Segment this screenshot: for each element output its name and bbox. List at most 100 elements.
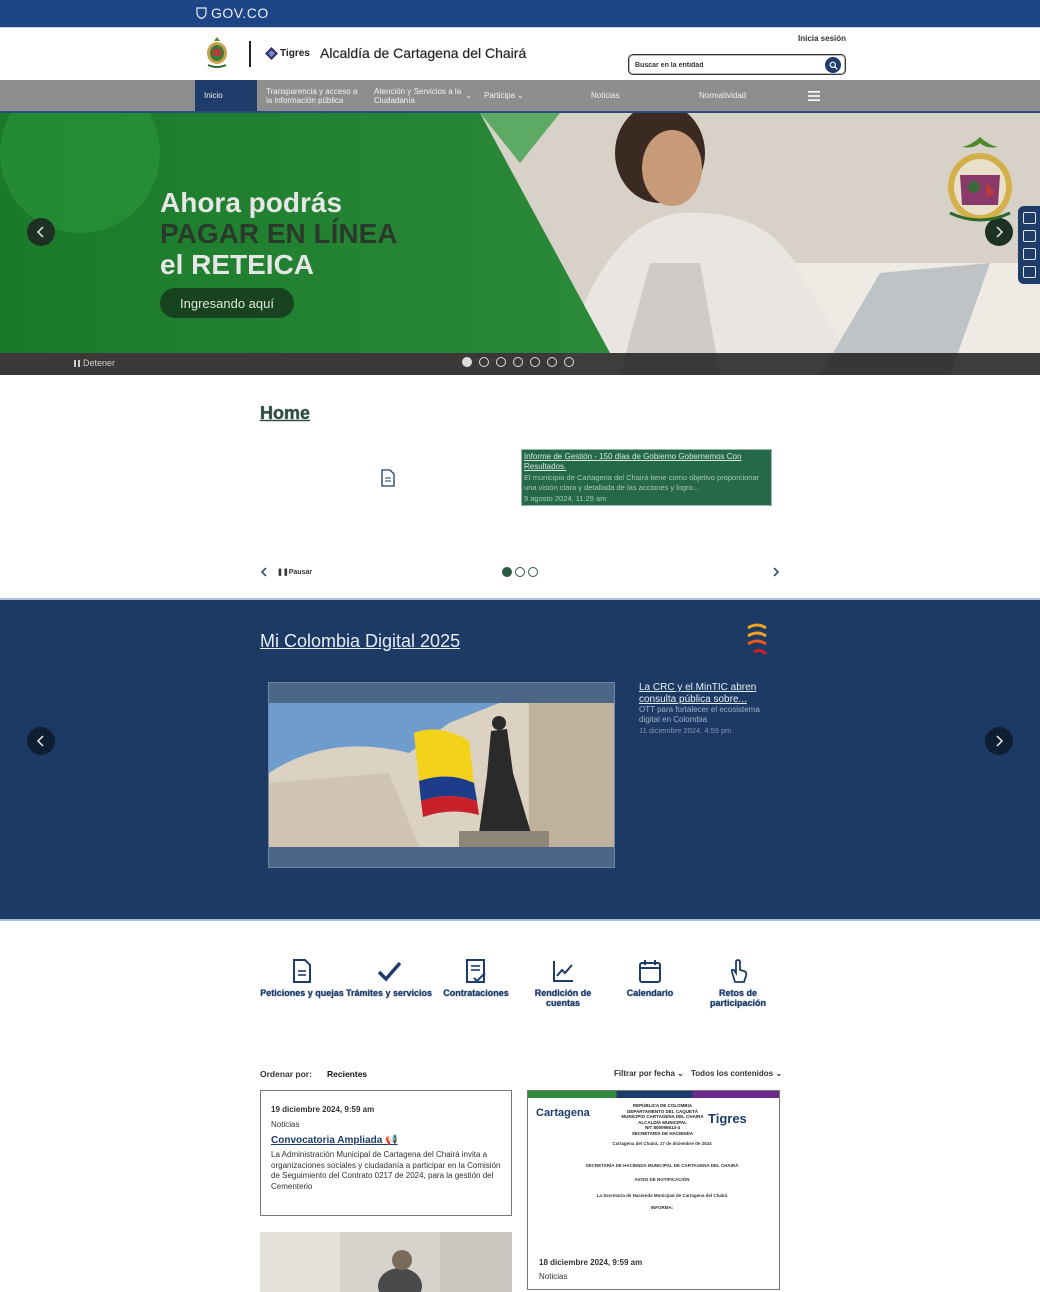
chevron-left-icon[interactable] xyxy=(260,567,268,577)
mintic-logo xyxy=(747,623,768,656)
filter-date-label: Filtrar por fecha xyxy=(614,1069,675,1078)
search-input[interactable] xyxy=(635,58,815,72)
nav-item-participa[interactable]: Participa ⌄ xyxy=(484,80,544,111)
header-divider xyxy=(249,41,251,67)
quick-link-peticiones[interactable]: Peticiones y quejas xyxy=(258,958,346,998)
home-news-card[interactable]: Informe de Gestión - 150 días de Gobiern… xyxy=(521,449,772,506)
contrast-icon[interactable] xyxy=(1023,212,1036,224)
hero-slide-dot[interactable] xyxy=(513,357,523,367)
document-color-band xyxy=(528,1091,779,1098)
home-news-date: 9 agosto 2024, 11:29 am xyxy=(524,494,607,503)
chevron-right-icon[interactable] xyxy=(772,567,780,577)
nav-item-label: Inicio xyxy=(204,91,223,100)
filter-date-select[interactable]: Filtrar por fecha ⌄ xyxy=(614,1069,684,1078)
document-body-line: INFORMA: xyxy=(650,1205,674,1210)
gov-co-label: GOV.CO xyxy=(211,5,269,21)
hero-slide-dot[interactable] xyxy=(479,357,489,367)
quick-link-rendicion[interactable]: Rendición de cuentas xyxy=(519,958,607,1008)
municipality-emblem xyxy=(948,137,1012,222)
post-card-image[interactable] xyxy=(260,1232,512,1292)
site-header: Tigres Alcaldía de Cartagena del Chairá … xyxy=(0,27,1040,80)
nav-item-label: Normatividad xyxy=(699,91,747,100)
hero-slide-dot[interactable] xyxy=(564,357,574,367)
chevron-left-icon xyxy=(36,226,44,238)
hero-line-3: el RETEICA xyxy=(160,249,315,280)
document-header-line: MUNICIPIO CARTAGENA DEL CHAIRÁ xyxy=(621,1114,704,1119)
menu-icon[interactable] xyxy=(808,91,820,101)
hand-icon xyxy=(730,959,748,983)
site-name[interactable]: Alcaldía de Cartagena del Chairá xyxy=(320,45,526,61)
digital-title[interactable]: Mi Colombia Digital 2025 xyxy=(260,631,460,652)
filter-content-label: Todos los contenidos xyxy=(691,1069,774,1078)
filter-content-select[interactable]: Todos los contenidos ⌄ xyxy=(691,1069,782,1078)
quick-link-label: Retos de participación xyxy=(709,988,766,1008)
hero-slide-dot[interactable] xyxy=(462,357,472,367)
home-news-title[interactable]: Informe de Gestión - 150 días de Gobiern… xyxy=(524,452,769,472)
post-card[interactable]: 19 diciembre 2024, 9:59 am Noticias Conv… xyxy=(260,1090,512,1216)
gov-co-link[interactable]: GOV.CO xyxy=(196,5,269,21)
text-size-icon[interactable] xyxy=(1023,230,1036,242)
gov-shield-icon xyxy=(196,7,207,19)
grid-icon[interactable] xyxy=(1023,266,1036,278)
tigres-logo[interactable]: Tigres xyxy=(265,47,310,60)
home-slide-dot[interactable] xyxy=(528,567,538,577)
chevron-down-icon: ⌄ xyxy=(465,91,472,100)
hero-slide-dot[interactable] xyxy=(496,357,506,367)
home-title[interactable]: Home xyxy=(260,403,310,424)
document-header: REPÚBLICA DE COLOMBIA DEPARTAMENTO DEL CA… xyxy=(620,1103,705,1136)
municipality-shield-logo[interactable] xyxy=(204,35,230,69)
home-pagination xyxy=(502,567,538,577)
post-date: 19 diciembre 2024, 9:59 am xyxy=(271,1105,375,1114)
cartagena-logo: Cartagena xyxy=(536,1107,590,1119)
post-photo xyxy=(260,1232,512,1292)
image-icon[interactable] xyxy=(1023,248,1036,260)
digital-news-title[interactable]: La CRC y el MinTIC abren consulta públic… xyxy=(639,682,779,706)
nav-item-label: Participa xyxy=(484,91,516,100)
calendar-icon xyxy=(639,960,661,983)
post-title[interactable]: Convocatoria Ampliada 📢 xyxy=(271,1135,501,1146)
digital-news-image[interactable] xyxy=(268,682,615,868)
nav-item-noticias[interactable]: Noticias xyxy=(591,80,641,111)
search-button[interactable] xyxy=(825,57,841,73)
digital-prev-button[interactable] xyxy=(27,727,55,755)
post-category: Noticias xyxy=(271,1120,300,1129)
digital-next-button[interactable] xyxy=(985,727,1013,755)
search-box xyxy=(628,54,846,75)
nav-item-inicio[interactable]: Inicio xyxy=(195,80,257,111)
hero-pagination xyxy=(462,357,574,367)
quick-link-retos[interactable]: Retos de participación xyxy=(694,958,782,1008)
home-slide-dot[interactable] xyxy=(502,567,512,577)
nav-item-atencion[interactable]: Atención y Servicios a la Ciudadanía ⌄ xyxy=(374,80,472,111)
quick-link-label: Contrataciones xyxy=(443,988,509,998)
document-body-line: AVISO DE NOTIFICACIÓN xyxy=(634,1177,690,1182)
document-icon xyxy=(293,959,311,983)
quick-link-calendario[interactable]: Calendario xyxy=(606,958,694,998)
main-nav: Inicio Transparencia y acceso a la infor… xyxy=(0,80,1040,113)
home-slide-dot[interactable] xyxy=(515,567,525,577)
quick-link-tramites[interactable]: Trámites y servicios xyxy=(345,958,433,998)
nav-item-normatividad[interactable]: Normatividad xyxy=(699,80,769,111)
home-pause-button[interactable]: ❚❚Pausar xyxy=(277,568,312,576)
hero-prev-button[interactable] xyxy=(27,218,55,246)
quick-link-label: Trámites y servicios xyxy=(345,988,433,998)
accessibility-toolbar xyxy=(1018,206,1040,284)
hero-line-1: Ahora podrás xyxy=(160,187,343,218)
nav-item-label: Transparencia y acceso a la información … xyxy=(266,86,358,105)
hero-slide-dot[interactable] xyxy=(530,357,540,367)
sort-label: Ordenar por: xyxy=(260,1069,312,1079)
quick-link-label: Rendición de cuentas xyxy=(534,988,592,1008)
hero-stop-button[interactable]: Detener xyxy=(74,358,115,368)
post-card-document[interactable]: Cartagena REPÚBLICA DE COLOMBIA DEPARTAME… xyxy=(527,1090,780,1290)
quick-link-contrataciones[interactable]: Contrataciones xyxy=(432,958,520,998)
nav-item-transparencia[interactable]: Transparencia y acceso a la información … xyxy=(266,80,362,111)
chevron-right-icon xyxy=(996,226,1004,238)
hero-cta-button[interactable]: Ingresando aquí xyxy=(160,288,294,318)
nav-item-label: Noticias xyxy=(591,91,620,100)
gov-bar: GOV.CO xyxy=(0,0,1040,27)
colombia-digital-section: Mi Colombia Digital 2025 La CRC y el Min… xyxy=(0,598,1040,921)
statue-flag-photo xyxy=(269,703,614,847)
sort-select[interactable]: Recientes xyxy=(327,1069,367,1079)
login-link[interactable]: Inicia sesión xyxy=(798,34,846,43)
hero-slide-dot[interactable] xyxy=(547,357,557,367)
hero-carousel: Ahora podrás PAGAR EN LÍNEA el RETEICA I… xyxy=(0,113,1040,375)
